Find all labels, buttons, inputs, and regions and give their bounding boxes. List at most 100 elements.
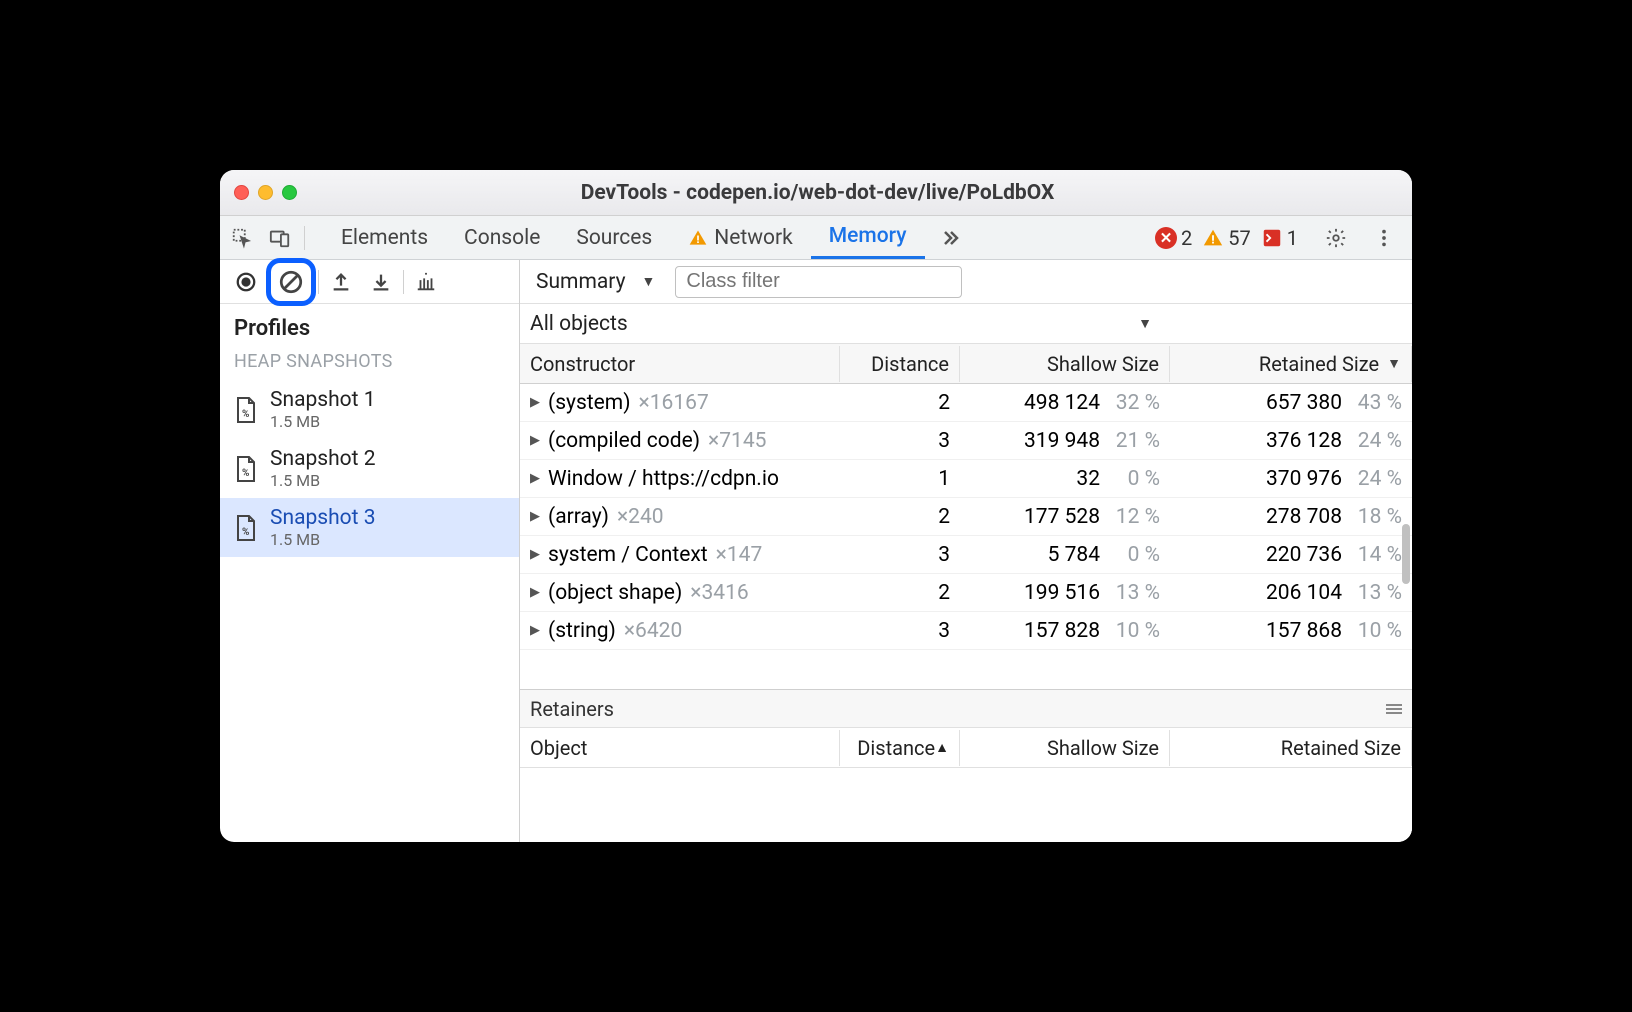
distance-value: 3	[840, 615, 960, 647]
record-button[interactable]	[226, 262, 266, 302]
table-row[interactable]: ▶(string) ×64203157 82810 %157 86810 %	[520, 612, 1412, 650]
separator	[304, 226, 305, 250]
inspect-icon[interactable]	[226, 222, 258, 254]
snapshot-toolbar: Summary▼	[520, 260, 1412, 304]
heap-snapshots-heading: HEAP SNAPSHOTS	[220, 347, 519, 380]
retained-pct: 14 %	[1352, 543, 1402, 567]
settings-gear-icon[interactable]	[1320, 222, 1352, 254]
error-count[interactable]: ✕ 2	[1155, 226, 1192, 250]
table-row[interactable]: ▶(array) ×2402177 52812 %278 70818 %	[520, 498, 1412, 536]
status-counters: ✕ 2 57 1	[1155, 222, 1406, 254]
device-toggle-icon[interactable]	[264, 222, 296, 254]
instance-count: ×16167	[639, 391, 709, 415]
issues-count[interactable]: 1	[1261, 226, 1298, 250]
constructor-name: (system)	[548, 391, 631, 415]
constructor-name: (compiled code)	[548, 429, 700, 453]
svg-text:%: %	[242, 527, 249, 538]
ret-col-object[interactable]: Object	[520, 730, 840, 766]
distance-value: 3	[840, 425, 960, 457]
kebab-menu-icon[interactable]	[1368, 222, 1400, 254]
retained-value: 376 128	[1266, 429, 1342, 453]
table-row[interactable]: ▶(compiled code) ×71453319 94821 %376 12…	[520, 422, 1412, 460]
grid-header: Constructor Distance Shallow Size Retain…	[520, 344, 1412, 384]
class-filter-input[interactable]	[675, 266, 962, 298]
grid-rows: ▶(system) ×161672498 12432 %657 38043 %▶…	[520, 384, 1412, 689]
retained-value: 206 104	[1266, 581, 1342, 605]
instance-count: ×147	[716, 543, 763, 567]
scope-dropdown[interactable]: All objects▼	[520, 304, 1412, 344]
snapshot-size: 1.5 MB	[270, 412, 376, 431]
maximize-window-button[interactable]	[282, 185, 297, 200]
separator	[318, 270, 319, 294]
expand-triangle-icon[interactable]: ▶	[530, 585, 540, 600]
warning-count[interactable]: 57	[1202, 226, 1250, 250]
instance-count: ×6420	[624, 619, 682, 643]
constructor-name: system / Context	[548, 543, 708, 567]
table-row[interactable]: ▶Window / https://cdpn.io 1320 %370 9762…	[520, 460, 1412, 498]
tab-console[interactable]: Console	[446, 218, 558, 258]
expand-triangle-icon[interactable]: ▶	[530, 509, 540, 524]
tab-elements[interactable]: Elements	[323, 218, 446, 258]
table-row[interactable]: ▶system / Context ×14735 7840 %220 73614…	[520, 536, 1412, 574]
expand-triangle-icon[interactable]: ▶	[530, 623, 540, 638]
ret-col-shallow[interactable]: Shallow Size	[960, 730, 1170, 766]
expand-triangle-icon[interactable]: ▶	[530, 433, 540, 448]
expand-triangle-icon[interactable]: ▶	[530, 547, 540, 562]
retained-value: 278 708	[1266, 505, 1342, 529]
col-shallow[interactable]: Shallow Size	[960, 346, 1170, 382]
col-constructor[interactable]: Constructor	[520, 346, 840, 382]
snapshot-item[interactable]: %Snapshot 11.5 MB	[220, 380, 519, 439]
retained-value: 220 736	[1266, 543, 1342, 567]
snapshot-item[interactable]: %Snapshot 21.5 MB	[220, 439, 519, 498]
titlebar: DevTools - codepen.io/web-dot-dev/live/P…	[220, 170, 1412, 216]
svg-text:%: %	[242, 468, 249, 479]
snapshot-name: Snapshot 1	[270, 388, 376, 412]
instance-count: ×3416	[690, 581, 748, 605]
shallow-value: 199 516	[1024, 581, 1100, 605]
instance-count: ×7145	[708, 429, 766, 453]
collect-garbage-button[interactable]	[406, 262, 446, 302]
tab-memory[interactable]: Memory	[811, 216, 925, 259]
more-tabs-chevron[interactable]	[937, 226, 961, 250]
instance-count: ×240	[617, 505, 664, 529]
load-profile-button[interactable]	[321, 262, 361, 302]
distance-value: 2	[840, 387, 960, 419]
hamburger-icon[interactable]	[1386, 703, 1402, 715]
retainers-title: Retainers	[530, 697, 614, 721]
retained-pct: 18 %	[1352, 505, 1402, 529]
table-row[interactable]: ▶(system) ×161672498 12432 %657 38043 %	[520, 384, 1412, 422]
snapshot-size: 1.5 MB	[270, 530, 376, 549]
clear-all-highlighted[interactable]	[266, 258, 316, 306]
expand-triangle-icon[interactable]: ▶	[530, 395, 540, 410]
sidebar-toolbar	[220, 260, 519, 304]
col-distance[interactable]: Distance	[840, 346, 960, 382]
col-retained[interactable]: Retained Size▼	[1170, 346, 1412, 382]
distance-value: 2	[840, 501, 960, 533]
ret-col-retained[interactable]: Retained Size	[1170, 730, 1412, 766]
scrollbar-thumb[interactable]	[1402, 524, 1410, 584]
retained-value: 157 868	[1266, 619, 1342, 643]
retained-pct: 24 %	[1352, 429, 1402, 453]
error-icon: ✕	[1155, 227, 1177, 249]
file-icon: %	[234, 455, 258, 483]
view-dropdown[interactable]: Summary▼	[530, 266, 661, 298]
class-filter-field[interactable]	[686, 270, 951, 293]
save-profile-button[interactable]	[361, 262, 401, 302]
minimize-window-button[interactable]	[258, 185, 273, 200]
window-title: DevTools - codepen.io/web-dot-dev/live/P…	[297, 181, 1338, 205]
warning-triangle-icon	[688, 228, 708, 248]
tab-sources[interactable]: Sources	[558, 218, 670, 258]
shallow-value: 177 528	[1024, 505, 1100, 529]
shallow-pct: 10 %	[1110, 619, 1160, 643]
devtools-window: DevTools - codepen.io/web-dot-dev/live/P…	[220, 170, 1412, 842]
constructor-name: (object shape)	[548, 581, 682, 605]
ret-col-distance[interactable]: Distance▲	[840, 730, 960, 766]
tab-network[interactable]: Network	[670, 218, 811, 258]
close-window-button[interactable]	[234, 185, 249, 200]
clear-icon	[278, 269, 304, 295]
table-row[interactable]: ▶(object shape) ×34162199 51613 %206 104…	[520, 574, 1412, 612]
expand-triangle-icon[interactable]: ▶	[530, 471, 540, 486]
snapshot-item[interactable]: %Snapshot 31.5 MB	[220, 498, 519, 557]
shallow-value: 319 948	[1024, 429, 1100, 453]
constructors-grid: Constructor Distance Shallow Size Retain…	[520, 344, 1412, 842]
